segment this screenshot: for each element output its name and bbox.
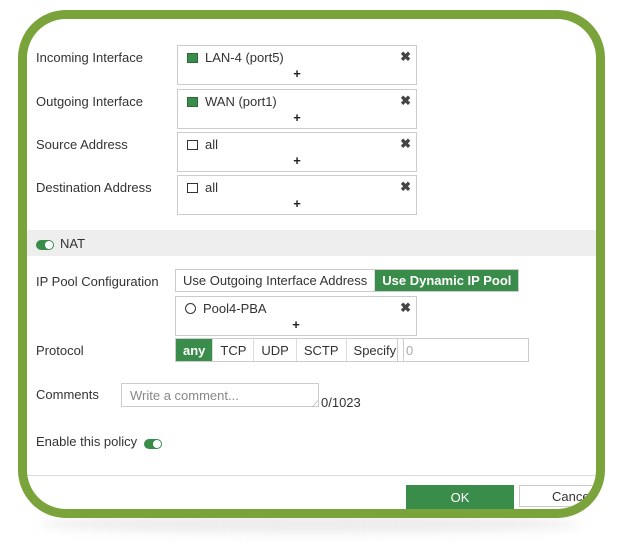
outgoing-interface-label: Outgoing Interface	[36, 94, 143, 109]
comments-label: Comments	[36, 387, 99, 402]
footer-divider	[27, 475, 596, 476]
toggle-on-icon	[36, 240, 54, 250]
incoming-interface-entry: LAN-4 (port5)	[187, 50, 284, 65]
nat-label: NAT	[60, 236, 86, 251]
enable-policy-toggle[interactable]	[144, 436, 162, 451]
toggle-on-icon	[144, 439, 162, 449]
outgoing-interface-field[interactable]: WAN (port1) ✖ +	[177, 89, 417, 129]
outgoing-interface-entry: WAN (port1)	[187, 94, 277, 109]
remove-incoming-interface-button[interactable]: ✖	[400, 49, 411, 65]
protocol-option-specify[interactable]: Specify	[347, 339, 404, 361]
remove-ip-pool-button[interactable]: ✖	[400, 300, 411, 316]
destination-address-value: all	[205, 180, 219, 195]
ok-button[interactable]: OK	[406, 485, 514, 509]
use-dynamic-ip-pool-option[interactable]: Use Dynamic IP Pool	[375, 270, 519, 291]
add-ip-pool-button[interactable]: +	[176, 317, 416, 332]
protocol-option-sctp[interactable]: SCTP	[297, 339, 347, 361]
nat-section-header: NAT	[27, 230, 596, 256]
address-icon	[187, 140, 198, 150]
protocol-label: Protocol	[36, 343, 84, 358]
destination-address-entry: all	[187, 180, 218, 195]
incoming-interface-label: Incoming Interface	[36, 50, 143, 65]
ip-pool-icon	[185, 303, 196, 314]
ip-pool-entry: Pool4-PBA	[185, 301, 267, 316]
add-incoming-interface-button[interactable]: +	[178, 66, 416, 81]
protocol-selector: any TCP UDP SCTP Specify	[175, 338, 405, 362]
source-address-field[interactable]: all ✖ +	[177, 132, 417, 172]
cancel-button[interactable]: Cancel	[519, 485, 596, 507]
protocol-option-any[interactable]: any	[176, 339, 214, 361]
add-outgoing-interface-button[interactable]: +	[178, 110, 416, 125]
policy-form: Incoming Interface LAN-4 (port5) ✖ + Out…	[27, 19, 596, 509]
enable-policy-label: Enable this policy	[36, 434, 138, 449]
add-source-address-button[interactable]: +	[178, 153, 416, 168]
use-outgoing-interface-address-option[interactable]: Use Outgoing Interface Address	[176, 270, 376, 291]
ip-pool-configuration-label: IP Pool Configuration	[36, 274, 159, 289]
outgoing-interface-value: WAN (port1)	[205, 94, 277, 109]
remove-destination-address-button[interactable]: ✖	[400, 179, 411, 195]
protocol-number-input[interactable]: 0	[397, 338, 529, 362]
remove-outgoing-interface-button[interactable]: ✖	[400, 93, 411, 109]
add-destination-address-button[interactable]: +	[178, 196, 416, 211]
destination-address-label: Destination Address	[36, 180, 152, 195]
interface-icon	[187, 53, 198, 63]
address-icon	[187, 183, 198, 193]
protocol-option-tcp[interactable]: TCP	[213, 339, 255, 361]
ip-pool-mode-selector: Use Outgoing Interface Address Use Dynam…	[175, 269, 520, 292]
ip-pool-field[interactable]: Pool4-PBA ✖ +	[175, 296, 417, 336]
incoming-interface-value: LAN-4 (port5)	[205, 50, 284, 65]
remove-source-address-button[interactable]: ✖	[400, 136, 411, 152]
resize-handle-icon[interactable]: ⟋	[312, 399, 318, 410]
protocol-option-udp[interactable]: UDP	[254, 339, 297, 361]
comments-textarea[interactable]: Write a comment...	[121, 383, 319, 407]
policy-dialog-frame: Incoming Interface LAN-4 (port5) ✖ + Out…	[18, 10, 605, 518]
source-address-value: all	[205, 137, 219, 152]
ip-pool-value: Pool4-PBA	[203, 301, 267, 316]
comments-counter: 0/1023	[321, 395, 361, 410]
source-address-label: Source Address	[36, 137, 128, 152]
destination-address-field[interactable]: all ✖ +	[177, 175, 417, 215]
incoming-interface-field[interactable]: LAN-4 (port5) ✖ +	[177, 45, 417, 85]
interface-icon	[187, 97, 198, 107]
nat-toggle[interactable]	[36, 237, 54, 252]
source-address-entry: all	[187, 137, 218, 152]
